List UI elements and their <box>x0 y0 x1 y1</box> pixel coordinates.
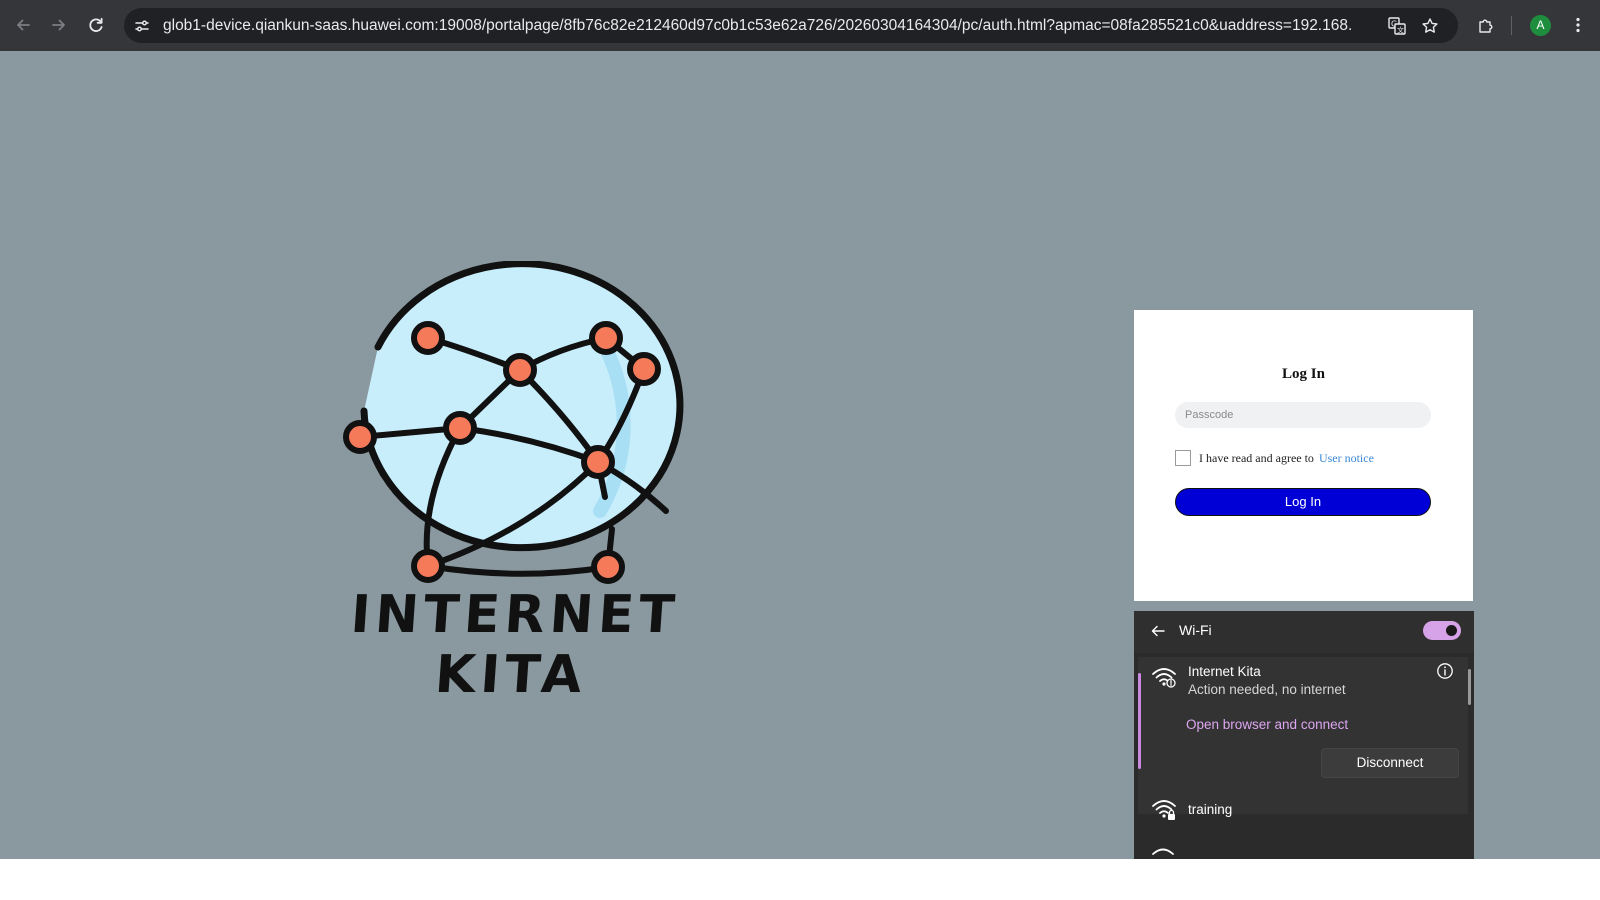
brand-title: INTERNET KITA <box>348 585 682 705</box>
passcode-input[interactable] <box>1175 402 1431 428</box>
browser-toolbar: glob1-device.qiankun-saas.huawei.com:190… <box>0 0 1600 51</box>
url-text[interactable]: glob1-device.qiankun-saas.huawei.com:190… <box>163 8 1351 43</box>
agree-text: I have read and agree to <box>1199 450 1314 465</box>
agree-row: I have read and agree to User notice <box>1175 448 1374 468</box>
back-icon[interactable] <box>8 10 38 40</box>
network-item-training[interactable]: training <box>1138 789 1468 833</box>
info-icon[interactable] <box>1436 662 1454 680</box>
address-bar[interactable]: glob1-device.qiankun-saas.huawei.com:190… <box>124 8 1458 43</box>
login-card: Log In I have read and agree to User not… <box>1134 310 1473 601</box>
forward-icon[interactable] <box>44 10 74 40</box>
wifi-toggle[interactable] <box>1423 621 1461 640</box>
profile-avatar[interactable]: A <box>1530 15 1551 36</box>
user-notice-link[interactable]: User notice <box>1319 451 1374 466</box>
network-name: training <box>1188 802 1233 817</box>
reload-icon[interactable] <box>81 10 111 40</box>
toolbar-divider <box>1511 16 1512 35</box>
network-name: Internet Kita <box>1188 664 1261 679</box>
star-icon[interactable] <box>1417 13 1443 39</box>
disconnect-button[interactable]: Disconnect <box>1321 748 1459 778</box>
wifi-locked-icon <box>1152 800 1176 820</box>
login-title: Log In <box>1282 366 1325 382</box>
wifi-flyout: Wi-Fi Internet Kita Action needed, no in… <box>1134 611 1474 859</box>
portal-page: INTERNET KITA Log In I have read and agr… <box>0 51 1600 859</box>
extensions-icon[interactable] <box>1471 10 1501 40</box>
more-icon[interactable] <box>1563 10 1593 40</box>
scrollbar[interactable] <box>1468 669 1471 705</box>
site-info-icon[interactable] <box>129 13 155 39</box>
wifi-signal-icon <box>1152 848 1174 855</box>
wifi-signal-icon <box>1152 668 1176 688</box>
agree-checkbox[interactable] <box>1175 450 1191 466</box>
open-browser-link[interactable]: Open browser and connect <box>1186 717 1348 732</box>
selection-accent <box>1138 673 1141 769</box>
network-status: Action needed, no internet <box>1188 682 1346 697</box>
back-arrow-icon[interactable] <box>1148 621 1168 641</box>
wifi-title: Wi-Fi <box>1179 622 1212 638</box>
wifi-header: Wi-Fi <box>1134 611 1474 653</box>
translate-icon[interactable]: G文 <box>1384 13 1410 39</box>
toggle-knob <box>1446 625 1457 636</box>
login-button[interactable]: Log In <box>1175 488 1431 516</box>
svg-text:文: 文 <box>1397 26 1404 35</box>
globe-network-logo <box>343 261 684 584</box>
